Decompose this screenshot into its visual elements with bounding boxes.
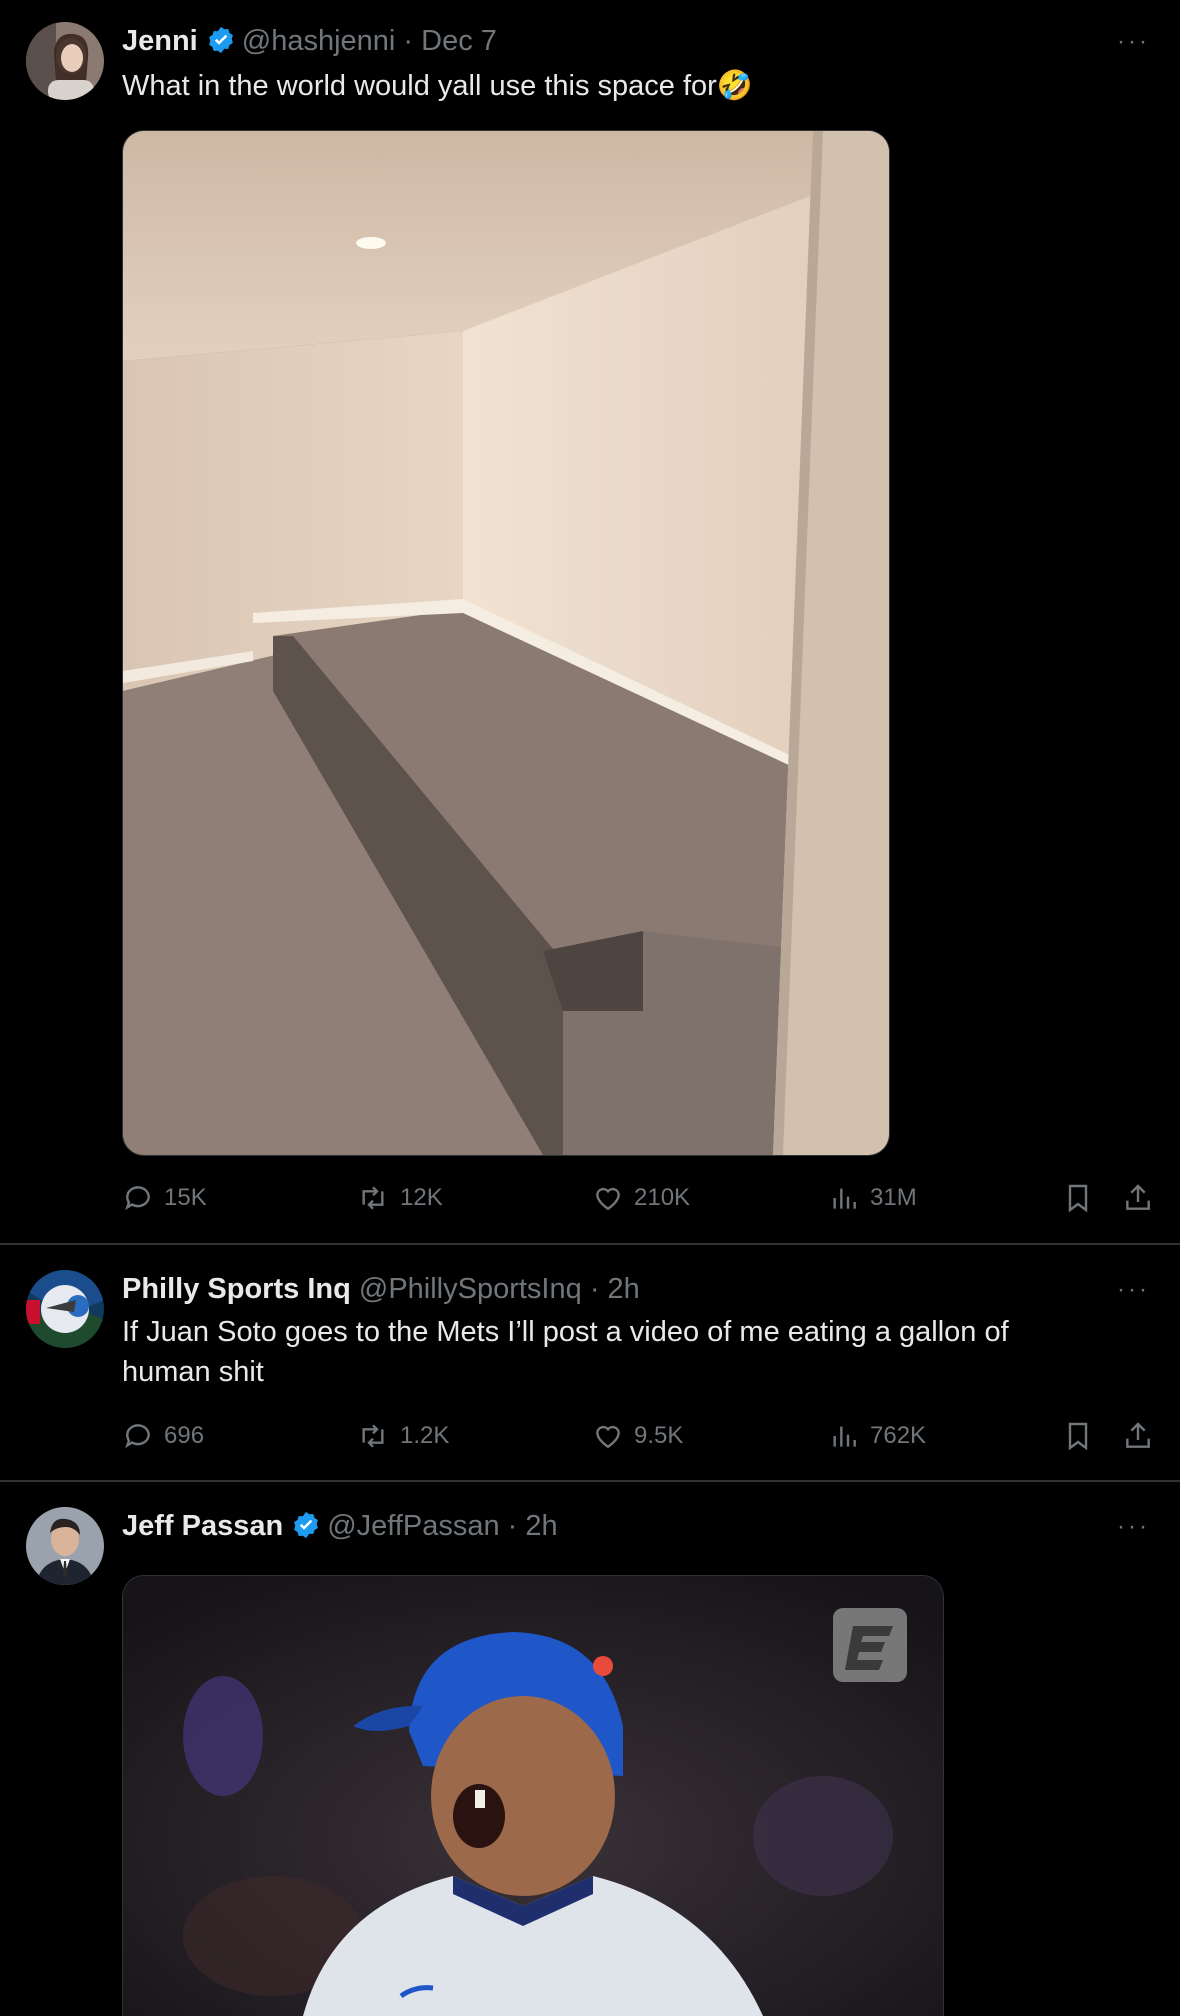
repost-icon — [362, 1186, 384, 1210]
bookmark-icon — [1068, 1184, 1088, 1213]
tweet-jeff-passan[interactable]: Jeff Passan @JeffPassan · 2h ··· — [0, 1483, 1180, 2016]
avatar[interactable] — [26, 1507, 104, 1585]
bookmark-button[interactable] — [1062, 1416, 1104, 1456]
reply-button[interactable]: 15K — [122, 1178, 207, 1218]
heart-icon — [596, 1187, 620, 1211]
verified-badge-icon — [291, 1510, 321, 1548]
timestamp[interactable]: 2h — [608, 1273, 640, 1305]
bookmark-button[interactable] — [1062, 1178, 1104, 1218]
view-count: 31M — [870, 1184, 917, 1211]
analytics-icon — [833, 1426, 856, 1447]
separator: · — [507, 1510, 518, 1542]
share-icon — [1126, 1422, 1150, 1448]
more-options-icon[interactable]: ··· — [1117, 1515, 1150, 1539]
views-button[interactable]: 31M — [828, 1178, 917, 1218]
tweet-divider — [0, 1480, 1180, 1482]
reply-icon — [125, 1424, 150, 1448]
avatar[interactable] — [26, 1270, 104, 1348]
more-options-icon[interactable]: ··· — [1117, 30, 1150, 54]
reply-count: 696 — [164, 1422, 205, 1449]
like-count: 210K — [634, 1184, 691, 1211]
separator: · — [403, 25, 414, 57]
tweet-actions: 15K 12K 210K 31M — [122, 1178, 1162, 1218]
share-button[interactable] — [1122, 1416, 1164, 1456]
share-icon — [1126, 1184, 1150, 1210]
view-count: 762K — [870, 1422, 927, 1449]
tweet-photo[interactable] — [122, 130, 890, 1156]
tweet-divider — [0, 1243, 1180, 1245]
bookmark-icon — [1068, 1422, 1088, 1451]
views-button[interactable]: 762K — [828, 1416, 926, 1456]
like-button[interactable]: 9.5K — [592, 1416, 683, 1456]
repost-button[interactable]: 12K — [356, 1178, 443, 1218]
timestamp[interactable]: Dec 7 — [421, 25, 497, 57]
tweet-text: If Juan Soto goes to the Mets I’ll post … — [122, 1316, 1009, 1388]
display-name[interactable]: Jenni — [122, 25, 198, 57]
tweet-actions: 696 1.2K 9.5K 762K — [122, 1416, 1162, 1456]
separator: · — [589, 1273, 600, 1305]
tweet-header: Jeff Passan @JeffPassan · 2h — [122, 1509, 558, 1548]
like-count: 9.5K — [634, 1422, 684, 1449]
handle[interactable]: @JeffPassan — [327, 1510, 499, 1542]
like-button[interactable]: 210K — [592, 1178, 690, 1218]
display-name[interactable]: Jeff Passan — [122, 1510, 283, 1542]
avatar[interactable] — [26, 22, 104, 100]
tweet-philly-sports-inq[interactable]: Philly Sports Inq @PhillySportsInq · 2h … — [0, 1246, 1180, 1481]
verified-badge-icon — [206, 25, 236, 63]
repost-button[interactable]: 1.2K — [356, 1416, 449, 1456]
reply-button[interactable]: 696 — [122, 1416, 204, 1456]
heart-icon — [596, 1425, 620, 1449]
display-name[interactable]: Philly Sports Inq — [122, 1273, 351, 1305]
tweet-text: What in the world would yall use this sp… — [122, 70, 753, 102]
tweet-jenni[interactable]: Jenni @hashjenni · Dec 7 ··· What in the … — [0, 0, 1180, 1244]
handle[interactable]: @hashjenni — [242, 25, 396, 57]
tweet-header: Philly Sports Inq @PhillySportsInq · 2h — [122, 1272, 640, 1306]
handle[interactable]: @PhillySportsInq — [359, 1273, 582, 1305]
analytics-icon — [833, 1188, 856, 1209]
more-options-icon[interactable]: ··· — [1117, 1278, 1150, 1302]
tweet-header: Jenni @hashjenni · Dec 7 — [122, 24, 497, 63]
reply-count: 15K — [164, 1184, 207, 1211]
reply-icon — [125, 1186, 150, 1210]
share-button[interactable] — [1122, 1178, 1164, 1218]
repost-icon — [362, 1424, 384, 1448]
tweet-photo[interactable] — [122, 1575, 944, 2016]
repost-count: 12K — [400, 1184, 443, 1211]
repost-count: 1.2K — [400, 1422, 450, 1449]
timestamp[interactable]: 2h — [525, 1510, 557, 1542]
